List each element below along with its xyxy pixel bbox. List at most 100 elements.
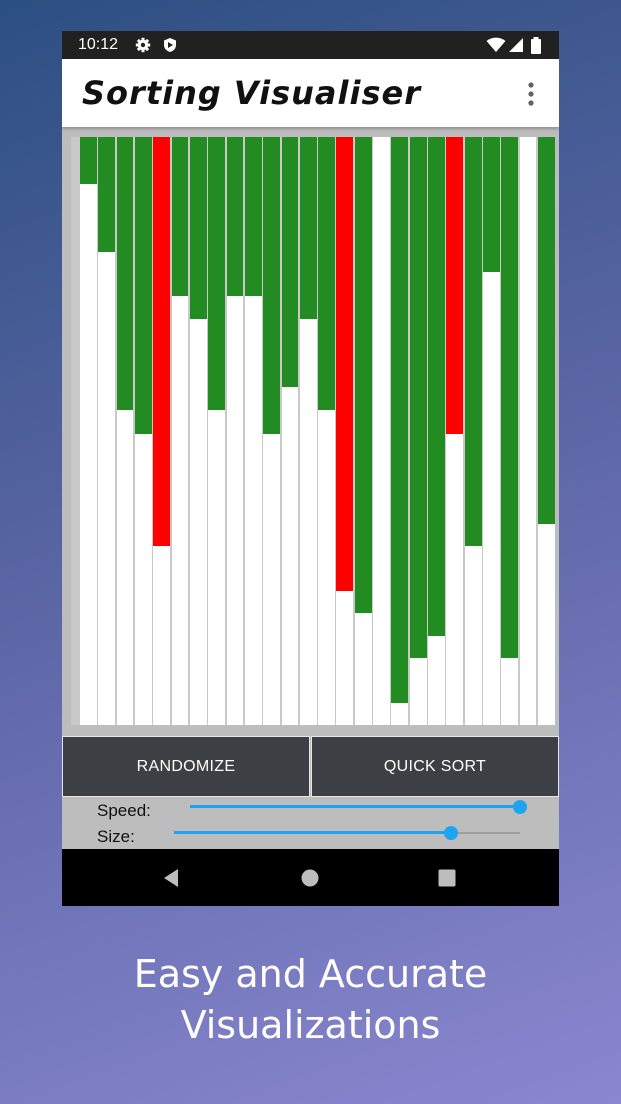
bar-21-fill bbox=[446, 137, 464, 434]
back-icon[interactable] bbox=[159, 866, 183, 890]
wifi-icon bbox=[486, 37, 506, 52]
action-buttons: RANDOMIZE QUICK SORT bbox=[62, 736, 559, 797]
app-bar: Sorting Visualiser bbox=[62, 59, 559, 127]
bar-19-value bbox=[409, 658, 427, 725]
bar-1-fill bbox=[80, 137, 97, 184]
bar-2-value bbox=[98, 252, 116, 725]
speed-label: Speed: bbox=[97, 801, 151, 820]
bar-16-value bbox=[354, 613, 372, 725]
bar-6-fill bbox=[171, 137, 189, 296]
caption-line-1: Easy and Accurate bbox=[133, 952, 488, 996]
bar-23-fill bbox=[483, 137, 500, 272]
bar-2 bbox=[98, 137, 116, 725]
status-bar: 10:12 bbox=[62, 31, 559, 59]
speed-slider[interactable] bbox=[190, 800, 527, 814]
bar-12-value bbox=[281, 387, 299, 725]
quick-sort-button[interactable]: QUICK SORT bbox=[311, 736, 559, 797]
bar-17 bbox=[373, 137, 390, 725]
bar-19 bbox=[409, 137, 427, 725]
bar-5 bbox=[153, 137, 171, 725]
bar-11-fill bbox=[263, 137, 280, 434]
bar-15 bbox=[336, 137, 354, 725]
bar-1-value bbox=[80, 184, 97, 725]
bar-3-value bbox=[116, 410, 134, 725]
bar-8-fill bbox=[208, 137, 226, 410]
bar-15-fill bbox=[336, 137, 354, 591]
bar-20-fill bbox=[428, 137, 445, 636]
bar-9 bbox=[226, 137, 244, 725]
bar-7-value bbox=[189, 319, 207, 725]
size-slider-fill bbox=[174, 831, 451, 834]
home-icon[interactable] bbox=[298, 866, 322, 890]
bar-4-value bbox=[134, 434, 152, 725]
bar-15-value bbox=[336, 591, 354, 725]
bar-8 bbox=[208, 137, 226, 725]
bar-26 bbox=[538, 137, 555, 725]
bar-5-value bbox=[153, 546, 171, 725]
bar-23-value bbox=[483, 272, 500, 725]
bar-4 bbox=[134, 137, 152, 725]
size-label: Size: bbox=[97, 827, 135, 846]
bar-22-fill bbox=[464, 137, 482, 546]
bar-23 bbox=[483, 137, 500, 725]
size-slider[interactable] bbox=[174, 826, 520, 840]
bar-2-fill bbox=[98, 137, 116, 252]
randomize-button[interactable]: RANDOMIZE bbox=[62, 736, 310, 797]
bar-3 bbox=[116, 137, 134, 725]
bar-9-fill bbox=[226, 137, 244, 296]
more-vert-icon[interactable] bbox=[519, 81, 543, 107]
bar-16 bbox=[354, 137, 372, 725]
bar-20-value bbox=[428, 636, 445, 725]
bar-12 bbox=[281, 137, 299, 725]
bar-22-value bbox=[464, 546, 482, 725]
bar-26-fill bbox=[538, 137, 555, 524]
bar-4-fill bbox=[134, 137, 152, 434]
caption-line-2: Visualizations bbox=[180, 1003, 441, 1047]
bar-3-fill bbox=[116, 137, 134, 410]
speed-slider-thumb[interactable] bbox=[513, 800, 527, 814]
bar-8-value bbox=[208, 410, 226, 725]
bar-22 bbox=[464, 137, 482, 725]
shield-icon bbox=[164, 38, 176, 52]
bar-5-fill bbox=[153, 137, 171, 546]
bar-18 bbox=[391, 137, 409, 725]
bar-24-value bbox=[501, 658, 519, 725]
bar-21-value bbox=[446, 434, 464, 725]
bar-14-fill bbox=[318, 137, 335, 410]
bar-10 bbox=[244, 137, 262, 725]
navigation-bar bbox=[62, 849, 559, 906]
bar-11-value bbox=[263, 434, 280, 725]
bar-26-value bbox=[538, 524, 555, 725]
bar-21 bbox=[446, 137, 464, 725]
bar-1 bbox=[80, 137, 97, 725]
bar-13-value bbox=[299, 319, 317, 725]
bar-17-value bbox=[373, 137, 390, 725]
bar-7-fill bbox=[189, 137, 207, 319]
bar-25-value bbox=[519, 137, 537, 725]
bar-20 bbox=[428, 137, 445, 725]
bar-7 bbox=[189, 137, 207, 725]
bar-10-value bbox=[244, 296, 262, 725]
recents-icon[interactable] bbox=[435, 866, 459, 890]
bar-18-value bbox=[391, 703, 409, 725]
settings-icon bbox=[135, 37, 151, 53]
bar-6 bbox=[171, 137, 189, 725]
bar-14-value bbox=[318, 410, 335, 725]
size-slider-thumb[interactable] bbox=[444, 826, 458, 840]
bar-6-value bbox=[171, 296, 189, 725]
bar-18-fill bbox=[391, 137, 409, 703]
sorting-visualizer-canvas bbox=[71, 137, 555, 725]
bar-16-fill bbox=[354, 137, 372, 613]
bar-10-fill bbox=[244, 137, 262, 296]
status-time: 10:12 bbox=[78, 36, 119, 53]
bar-12-fill bbox=[281, 137, 299, 387]
bar-11 bbox=[263, 137, 280, 725]
bar-25 bbox=[519, 137, 537, 725]
bar-14 bbox=[318, 137, 335, 725]
bar-9-value bbox=[226, 296, 244, 725]
bar-13-fill bbox=[299, 137, 317, 319]
bar-13 bbox=[299, 137, 317, 725]
signal-icon bbox=[509, 38, 523, 52]
bar-24-fill bbox=[501, 137, 519, 658]
battery-icon bbox=[531, 37, 541, 54]
